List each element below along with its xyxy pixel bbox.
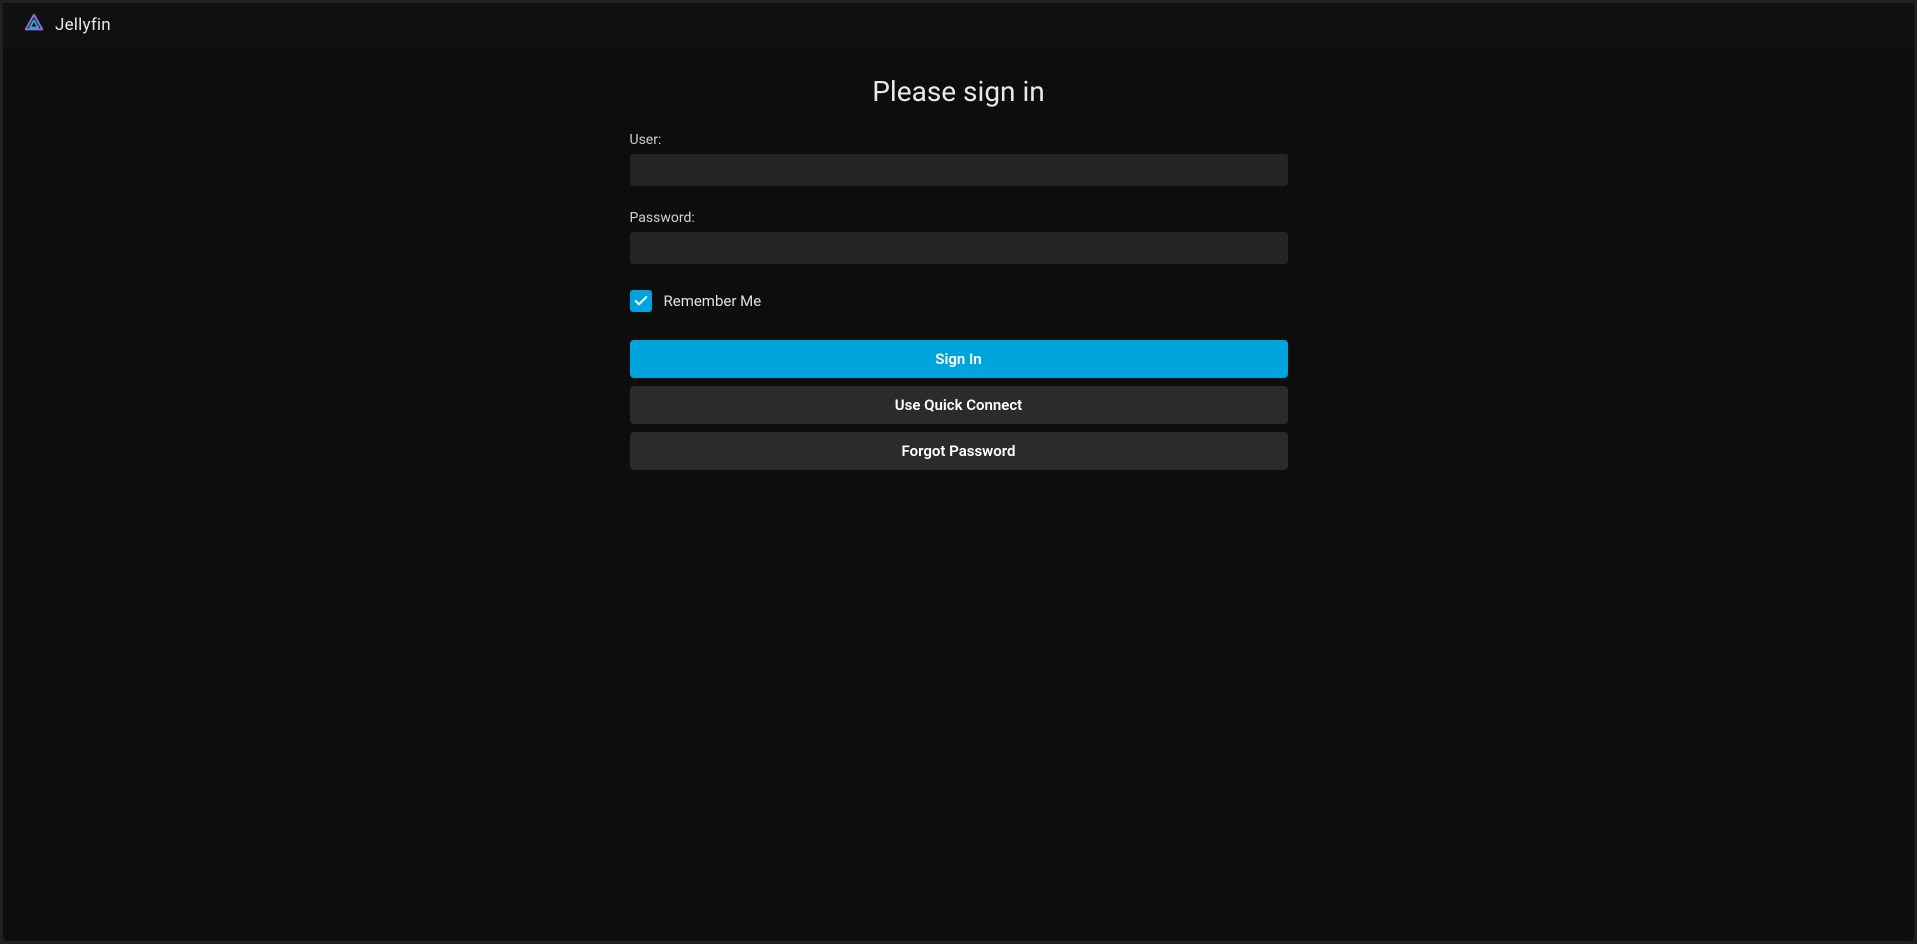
spacer xyxy=(630,186,1288,210)
forgot-password-button[interactable]: Forgot Password xyxy=(630,432,1288,470)
quick-connect-button[interactable]: Use Quick Connect xyxy=(630,386,1288,424)
login-form: User: Password: Remember Me Sign In Use … xyxy=(630,132,1288,478)
header: Jellyfin xyxy=(3,3,1914,47)
password-input[interactable] xyxy=(630,232,1288,264)
remember-me-row[interactable]: Remember Me xyxy=(630,290,1288,312)
remember-me-label[interactable]: Remember Me xyxy=(664,292,762,310)
user-input[interactable] xyxy=(630,154,1288,186)
brand-name: Jellyfin xyxy=(55,15,111,35)
jellyfin-logo-icon xyxy=(23,12,45,38)
user-label: User: xyxy=(630,132,1288,148)
password-label: Password: xyxy=(630,210,1288,226)
login-content: Please sign in User: Password: Remember … xyxy=(3,47,1914,941)
app-frame: Jellyfin Please sign in User: Password: … xyxy=(3,3,1914,941)
sign-in-button[interactable]: Sign In xyxy=(630,340,1288,378)
check-icon xyxy=(633,293,649,309)
page-title: Please sign in xyxy=(872,75,1044,108)
remember-me-checkbox[interactable] xyxy=(630,290,652,312)
